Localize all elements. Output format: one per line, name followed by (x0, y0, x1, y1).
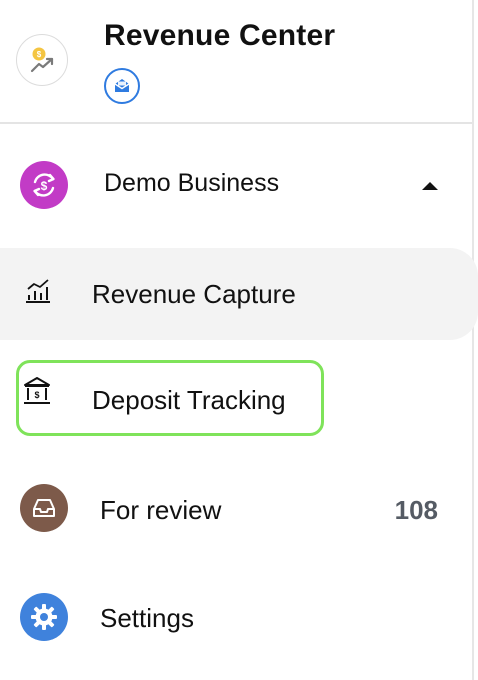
caret-up-icon (422, 182, 438, 190)
sidebar-header: $ Revenue Center (0, 0, 472, 124)
nav-item-settings[interactable]: Settings (0, 574, 472, 666)
review-count-badge: 108 (394, 495, 438, 525)
app-logo[interactable]: $ (16, 34, 68, 86)
nav-item-deposit-tracking[interactable]: $ Deposit Tracking (0, 358, 472, 450)
inbox-avatar (20, 484, 68, 532)
chart-icon (24, 278, 52, 309)
nav-item-label: Settings (100, 603, 194, 633)
svg-text:$: $ (41, 179, 48, 193)
revenue-trend-icon: $ (30, 47, 54, 73)
currency-exchange-icon: $ (33, 173, 55, 197)
business-collapse-toggle[interactable] (416, 176, 444, 196)
settings-avatar (20, 593, 68, 641)
bank-icon: $ (22, 376, 52, 411)
svg-text:$: $ (37, 50, 42, 59)
svg-text:$: $ (34, 390, 39, 400)
business-selector[interactable]: $ Demo Business (0, 142, 472, 228)
gear-icon (31, 604, 57, 630)
mail-icon (114, 79, 130, 92)
business-name: Demo Business (104, 169, 280, 197)
nav-item-label: Revenue Capture (92, 279, 296, 309)
nav-item-label: For review (100, 495, 222, 525)
sidebar-border (472, 0, 474, 680)
inbox-icon (33, 499, 55, 517)
business-avatar: $ (20, 161, 68, 209)
nav-item-revenue-capture[interactable]: Revenue Capture (0, 248, 478, 340)
mail-badge[interactable] (104, 68, 140, 104)
sidebar: $ Revenue Center $ Demo Business Revenue… (0, 0, 478, 680)
nav-item-for-review[interactable]: For review 108 (0, 466, 472, 558)
nav-item-label: Deposit Tracking (92, 385, 286, 415)
header-divider (0, 122, 472, 124)
app-title: Revenue Center (104, 19, 336, 52)
